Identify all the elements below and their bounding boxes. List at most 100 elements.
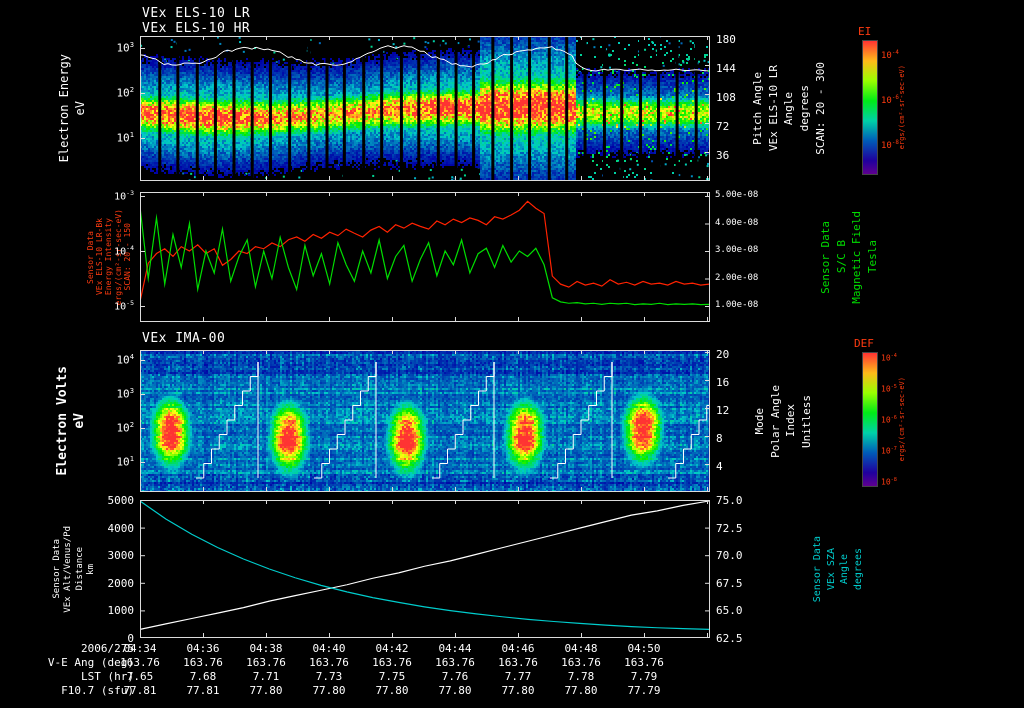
p1-right-tick: 108 xyxy=(716,91,736,104)
p4-right-tick: 62.5 xyxy=(716,632,743,645)
p3-y-tick: 101 xyxy=(116,454,134,469)
p2-right-tick: 5.00e-08 xyxy=(715,190,759,200)
p3-y-tick: 103 xyxy=(116,386,134,401)
panel1-title-lr: VEx ELS-10 LR xyxy=(142,6,251,21)
footer-value: 77.80 xyxy=(438,684,472,697)
time-tick: 04:40 xyxy=(312,642,346,655)
colorbar1-title: EI xyxy=(858,25,872,38)
panel1-right-label: Pitch Angle VEx ELS-10 LR Angle degrees … xyxy=(751,36,827,181)
footer-value: 77.80 xyxy=(312,684,346,697)
panel1-right-line3: Angle xyxy=(782,91,796,126)
panel1-right-line1: Pitch Angle xyxy=(751,72,764,145)
panel1-ylabel: Electron Energy eV xyxy=(57,36,88,181)
p4-right-tick: 65.0 xyxy=(716,604,743,618)
footer-value: 163.76 xyxy=(120,656,160,669)
footer-value: 7.73 xyxy=(315,670,343,683)
p2-y-tick: 10-3 xyxy=(114,189,134,203)
time-tick: 04:44 xyxy=(438,642,472,655)
footer-value: 7.68 xyxy=(189,670,217,683)
footer-value: 163.76 xyxy=(435,656,475,669)
panel2-right-line3: Magnetic Field xyxy=(850,210,864,304)
footer-value: 77.79 xyxy=(627,684,661,697)
cb2-tick: 10-6 xyxy=(881,415,897,425)
footer-value: 7.78 xyxy=(567,670,595,683)
time-tick: 04:48 xyxy=(564,642,598,655)
pan2-right-line4: Tesla xyxy=(865,240,879,274)
panel1-title-hr: VEx ELS-10 HR xyxy=(142,21,251,36)
panel1-right-line4: degrees xyxy=(797,85,811,132)
cb2-tick: 10-5 xyxy=(881,384,897,394)
panel2-right-line2: S/C B xyxy=(834,240,848,274)
panel3-right-line3: Index xyxy=(784,404,798,438)
footer-value: 77.80 xyxy=(249,684,283,697)
panel3-title: VEx IMA-00 xyxy=(142,331,226,346)
colorbar1 xyxy=(862,40,878,175)
panel4-right-line4: degrees xyxy=(852,547,864,591)
p3-right-tick: 12 xyxy=(716,404,730,417)
p4-y-tick: 2000 xyxy=(107,576,135,590)
panel3-right-label: Mode Polar Angle Index Unitless xyxy=(753,350,814,492)
p1-right-tick: 72 xyxy=(716,120,730,133)
footer-value: 7.79 xyxy=(630,670,658,683)
footer-value: 163.76 xyxy=(309,656,349,669)
cb1-tick: 10-4 xyxy=(881,50,899,61)
panel3-right-line4: Unitless xyxy=(799,394,813,448)
p3-right-tick: 4 xyxy=(716,460,723,473)
panel2-right-label: Sensor Data S/C B Magnetic Field Tesla xyxy=(819,192,880,322)
footer-value: 163.76 xyxy=(246,656,286,669)
time-tick: 04:42 xyxy=(375,642,409,655)
panel1-ylabel-text: Electron Energy xyxy=(57,54,71,163)
panel4-left-line4: km xyxy=(86,563,97,575)
p3-y-tick: 104 xyxy=(116,352,134,367)
colorbar2-units: ergs/(cm²-sr-sec-eV) xyxy=(898,352,906,487)
footer-value: 163.76 xyxy=(624,656,664,669)
panel3-ylabel-text: Electron Volts xyxy=(55,366,70,476)
p2-y-tick: 10-5 xyxy=(114,299,134,313)
date-label: 2006/275 xyxy=(81,642,134,655)
p2-right-tick: 2.00e-08 xyxy=(715,272,759,283)
intensity-bfield-canvas xyxy=(140,192,710,322)
p2-right-tick: 1.00e-08 xyxy=(715,300,759,310)
panel3-right-line2: Polar Angle xyxy=(768,384,782,458)
panel3-right-line1: Mode xyxy=(753,407,766,435)
panel4-right-label: Sensor Data VEx SZA Angle degrees xyxy=(812,500,864,638)
footer-value: 77.80 xyxy=(375,684,409,697)
p4-right-tick: 70.0 xyxy=(716,549,743,563)
colorbar2-units-text: ergs/(cm²-sr-sec-eV) xyxy=(898,377,906,462)
colorbar1-units-text: ergs/(cm²-sr-sec-eV) xyxy=(898,65,906,150)
p1-right-tick: 180 xyxy=(716,33,736,46)
p3-right-tick: 16 xyxy=(716,376,730,389)
cb2-tick: 10-8 xyxy=(881,477,897,487)
footer-value: 77.80 xyxy=(564,684,598,697)
altitude-sza-canvas xyxy=(140,500,710,638)
vex-orbit-summary-plot: VEx ELS-10 LR VEx ELS-10 HR VEx IMA-00 E… xyxy=(0,0,1024,708)
footer-value: 7.77 xyxy=(504,670,532,683)
p3-right-tick: 8 xyxy=(716,432,723,445)
p4-right-tick: 72.5 xyxy=(716,521,743,535)
footer-value: 77.81 xyxy=(186,684,220,697)
footer-value: 7.75 xyxy=(378,670,406,683)
footer-value: 77.80 xyxy=(501,684,535,697)
time-tick: 04:38 xyxy=(249,642,283,655)
footer-value: 7.65 xyxy=(126,670,154,683)
p1-right-tick: 144 xyxy=(716,62,736,75)
p4-y-tick: 1000 xyxy=(107,604,135,618)
p4-right-tick: 75.0 xyxy=(716,494,743,507)
footer-value: 77.81 xyxy=(123,684,157,697)
time-tick: 04:46 xyxy=(501,642,535,655)
ima-spectrogram-canvas xyxy=(140,350,710,492)
panel4-left-line2: VEx Alt/Venus/Pd xyxy=(63,525,74,613)
time-tick: 04:50 xyxy=(627,642,661,655)
panel1-right-line5: SCAN: 20 - 300 xyxy=(813,62,827,155)
p4-y-tick: 5000 xyxy=(107,494,135,507)
footer-value: 163.76 xyxy=(372,656,412,669)
cb1-tick: 10-8 xyxy=(881,140,899,151)
p4-right-tick: 67.5 xyxy=(716,576,743,590)
footer-value: 163.76 xyxy=(498,656,538,669)
cb2-tick: 10-4 xyxy=(881,353,897,363)
footer-value: 163.76 xyxy=(183,656,223,669)
panel4-right-line1: Sensor Data xyxy=(812,535,823,603)
panel1-ylabel-units: eV xyxy=(72,101,87,116)
time-tick: 04:36 xyxy=(186,642,220,655)
footer-value: 7.76 xyxy=(441,670,469,683)
